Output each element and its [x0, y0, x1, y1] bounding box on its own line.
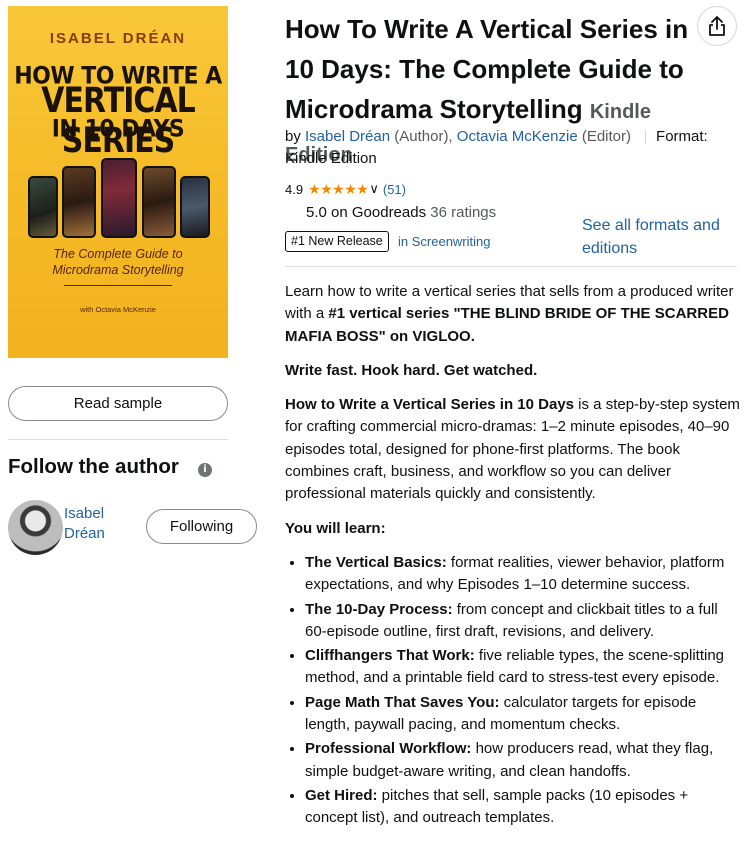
cover-title-line3: IN 10 DAYS	[51, 115, 185, 144]
list-item-head: The 10-Day Process:	[305, 600, 453, 618]
share-button[interactable]	[697, 6, 737, 46]
byline-separator	[645, 130, 647, 145]
list-item-head: Get Hired:	[305, 786, 378, 804]
book-cover-image[interactable]: ISABEL DRÉAN HOW TO WRITE A VERTICAL SER…	[8, 6, 228, 358]
list-item: Page Math That Saves You: calculator tar…	[305, 692, 740, 737]
list-item: Cliffhangers That Work: five reliable ty…	[305, 645, 740, 690]
byline-by: by	[285, 128, 301, 145]
author-last-name: Dréan	[64, 525, 105, 542]
learn-heading-text: You will learn:	[285, 519, 386, 537]
follow-author-heading: Follow the author	[8, 455, 179, 478]
list-item: The Vertical Basics: format realities, v…	[305, 552, 740, 597]
list-item: The 10-Day Process: from concept and cli…	[305, 599, 740, 644]
rating-value: 4.9	[285, 181, 304, 197]
goodreads-score: 5.0 on Goodreads	[306, 204, 427, 221]
learn-list: The Vertical Basics: format realities, v…	[305, 552, 740, 830]
chevron-down-icon[interactable]: ∨	[369, 181, 379, 197]
rating-row[interactable]: 4.9 ★★★★★ ∨ (51)	[285, 180, 406, 198]
book-description: Learn how to write a vertical series tha…	[285, 281, 740, 832]
read-sample-button[interactable]: Read sample	[8, 386, 228, 421]
see-all-formats-link[interactable]: See all formats and editions	[582, 214, 742, 260]
format-value: Kindle Edition	[285, 150, 377, 167]
star-rating-icon: ★★★★★	[308, 180, 369, 197]
badge-category-link[interactable]: in Screenwriting	[398, 234, 491, 249]
list-item-head: The Vertical Basics:	[305, 553, 447, 571]
description-tagline-text: Write fast. Hook hard. Get watched.	[285, 361, 538, 379]
info-icon[interactable]: i	[198, 463, 212, 477]
goodreads-count: 36 ratings	[430, 204, 497, 221]
cover-with-editor: with Octavia McKenzie	[80, 305, 156, 314]
editor-role: (Editor)	[581, 128, 632, 145]
cover-rule	[64, 285, 172, 286]
author-first-name: Isabel	[64, 505, 105, 522]
description-intro-highlight: #1 vertical series "THE BLIND BRIDE OF T…	[285, 305, 729, 345]
list-item: Professional Workflow: how producers rea…	[305, 738, 740, 783]
goodreads-rating: 5.0 on Goodreads 36 ratings	[306, 204, 496, 221]
list-item-head: Professional Workflow:	[305, 740, 472, 758]
list-item: Get Hired: pitches that sell, sample pac…	[305, 785, 740, 830]
editor-link[interactable]: Octavia McKenzie	[457, 128, 578, 145]
description-paragraph: Learn how to write a vertical series tha…	[285, 281, 740, 348]
rating-count-link[interactable]: (51)	[383, 182, 406, 197]
list-item-head: Cliffhangers That Work:	[305, 647, 475, 665]
learn-heading: You will learn:	[285, 518, 740, 540]
divider	[285, 266, 737, 267]
new-release-badge[interactable]: #1 New Release	[285, 231, 389, 252]
cover-subtitle-line1: The Complete Guide to	[53, 247, 183, 261]
format-label: Format:	[656, 128, 708, 145]
description-paragraph: How to Write a Vertical Series in 10 Day…	[285, 394, 740, 505]
description-book-title: How to Write a Vertical Series in 10 Day…	[285, 396, 575, 414]
author-avatar[interactable]	[8, 500, 63, 555]
divider	[8, 439, 228, 440]
cover-author: ISABEL DRÉAN	[49, 30, 187, 47]
share-icon	[709, 16, 725, 36]
cover-subtitle-line2: Microdrama Storytelling	[52, 263, 184, 277]
following-button[interactable]: Following	[146, 509, 257, 544]
list-item-head: Page Math That Saves You:	[305, 693, 500, 711]
byline: by Isabel Dréan (Author), Octavia McKenz…	[285, 126, 740, 170]
cover-phones-illustration	[22, 158, 214, 238]
author-link[interactable]: Isabel Dréan	[305, 128, 390, 145]
author-role: (Author),	[394, 128, 453, 145]
author-name-link[interactable]: Isabel Dréan	[64, 504, 105, 544]
description-tagline: Write fast. Hook hard. Get watched.	[285, 360, 740, 382]
